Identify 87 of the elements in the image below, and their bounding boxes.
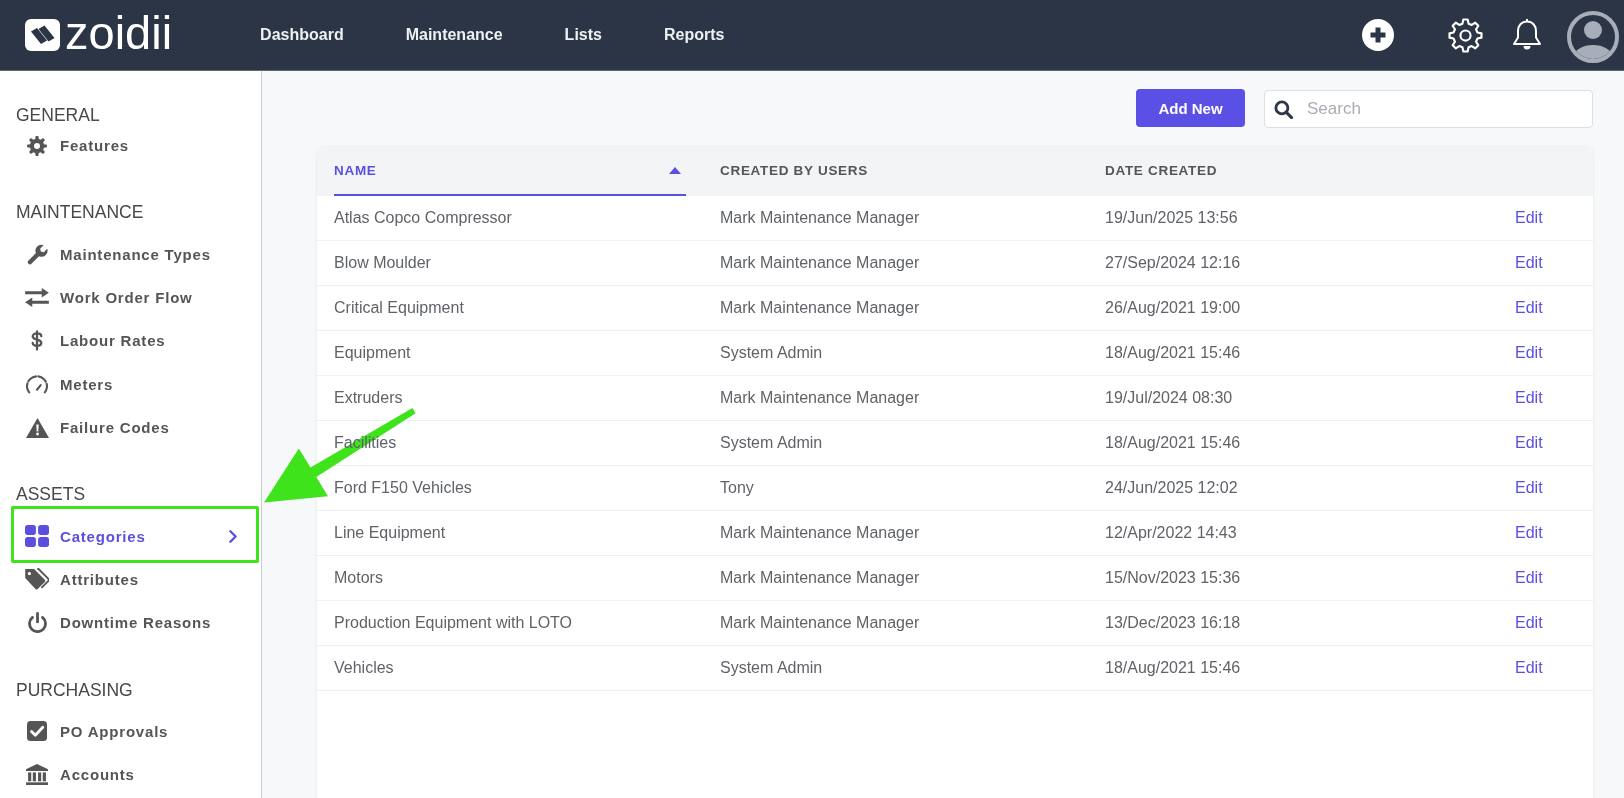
table-cell-text: Mark Maintenance Manager: [719, 523, 921, 543]
table-cell-text: 18/Aug/2021 15:46: [1104, 343, 1242, 363]
avatar-icon[interactable]: [1567, 11, 1619, 63]
edit-link[interactable]: Edit: [1515, 344, 1543, 362]
bell-icon[interactable]: [1511, 18, 1543, 52]
table-cell-text: System Admin: [719, 343, 824, 363]
sidebar-item[interactable]: Work Order Flow: [0, 275, 261, 320]
edit-link[interactable]: Edit: [1515, 254, 1543, 272]
section-heading: GENERAL: [16, 104, 101, 126]
nav-link[interactable]: Maintenance: [405, 26, 503, 44]
table-cell-text: Mark Maintenance Manager: [719, 388, 921, 408]
table-cell-text: 27/Sep/2024 12:16: [1104, 253, 1242, 273]
edit-link[interactable]: Edit: [1515, 209, 1543, 227]
chevron-right-icon: [229, 529, 237, 543]
table-cell-text: Extruders: [333, 388, 404, 408]
bank-icon: [26, 764, 48, 786]
table-cell-text: 24/Jun/2025 12:02: [1104, 478, 1239, 498]
table-cell-text: 19/Jul/2024 08:30: [1104, 388, 1234, 408]
table-cell-text: Vehicles: [333, 658, 395, 678]
add-new-button[interactable]: Add New: [1136, 89, 1245, 127]
table-cell-text: Mark Maintenance Manager: [719, 568, 921, 588]
swap-arrows-icon: [25, 287, 49, 307]
sidebar-item[interactable]: Maintenance Types: [0, 232, 261, 276]
sidebar-item[interactable]: Attributes: [0, 557, 261, 602]
table-cell-text: Blow Moulder: [333, 253, 432, 273]
table-cell-text: Production Equipment with LOTO: [333, 613, 574, 633]
add-circle-icon[interactable]: [1362, 19, 1394, 51]
table-cell-text: 19/Jun/2025 13:56: [1104, 208, 1239, 228]
sidebar-item[interactable]: Labour Rates: [0, 319, 261, 363]
table-cell-text: 18/Aug/2021 15:46: [1104, 433, 1242, 453]
table-cell-text: System Admin: [719, 433, 824, 453]
search-icon: [1274, 99, 1293, 119]
edit-link[interactable]: Edit: [1515, 434, 1543, 452]
edit-link[interactable]: Edit: [1515, 614, 1543, 632]
table-cell-text: Motors: [333, 568, 384, 588]
sidebar-item[interactable]: Downtime Reasons: [0, 601, 261, 645]
logo-icon: [25, 19, 60, 51]
table-cell-text: 18/Aug/2021 15:46: [1104, 658, 1242, 678]
column-header[interactable]: DATE CREATED: [1105, 147, 1481, 196]
edit-link[interactable]: Edit: [1515, 479, 1543, 497]
table-cell-text: Mark Maintenance Manager: [719, 253, 921, 273]
table-cell-text: 26/Aug/2021 19:00: [1104, 298, 1242, 318]
sidebar-item[interactable]: Failure Codes: [0, 405, 261, 450]
section-heading: MAINTENANCE: [16, 201, 145, 224]
table-cell-text: Equipment: [333, 343, 412, 363]
gear-icon: [27, 135, 47, 156]
section-heading: PURCHASING: [16, 678, 134, 701]
edit-link[interactable]: Edit: [1515, 389, 1543, 407]
table-cell-text: Critical Equipment: [333, 298, 465, 318]
warning-icon: [25, 417, 49, 438]
brand-name: zoidii: [65, 8, 173, 56]
nav-link[interactable]: Dashboard: [260, 26, 344, 44]
edit-link[interactable]: Edit: [1515, 299, 1543, 317]
checkbox-icon: [27, 721, 47, 742]
nav-link[interactable]: Lists: [564, 26, 602, 44]
sidebar-item[interactable]: PO Approvals: [0, 709, 261, 753]
table-cell-text: Tony: [719, 478, 755, 498]
tag-icon: [25, 568, 49, 591]
edit-link[interactable]: Edit: [1515, 659, 1543, 677]
table-cell-text: 12/Apr/2022 14:43: [1104, 523, 1238, 543]
table-cell-text: Mark Maintenance Manager: [719, 208, 921, 228]
table-cell-text: System Admin: [719, 658, 824, 678]
table-cell-text: 13/Dec/2023 16:18: [1104, 613, 1242, 633]
table-cell-text: Atlas Copco Compressor: [333, 208, 513, 228]
sidebar-item[interactable]: Categories: [0, 514, 261, 558]
search-field[interactable]: Search: [1264, 90, 1593, 128]
edit-link[interactable]: Edit: [1515, 569, 1543, 587]
edit-link[interactable]: Edit: [1515, 524, 1543, 542]
gauge-icon: [26, 374, 48, 394]
sort-up-icon: [669, 167, 681, 174]
nav-link[interactable]: Reports: [663, 26, 725, 44]
sidebar-item[interactable]: Features: [0, 124, 261, 168]
power-icon: [27, 612, 47, 634]
table-cell-text: Line Equipment: [333, 523, 447, 543]
dollar-icon: [31, 330, 43, 352]
table-cell-text: Mark Maintenance Manager: [719, 298, 921, 318]
table-cell-text: 15/Nov/2023 15:36: [1104, 568, 1242, 588]
section-heading: ASSETS: [16, 483, 87, 506]
wrench-icon: [26, 243, 48, 265]
table-cell-text: Mark Maintenance Manager: [719, 613, 921, 633]
sidebar-item[interactable]: Meters: [0, 362, 261, 406]
sidebar-item[interactable]: Accounts: [0, 752, 261, 797]
grid-icon: [25, 525, 49, 548]
column-header[interactable]: NAME: [334, 147, 686, 196]
column-header[interactable]: CREATED BY USERS: [720, 147, 1071, 196]
table-cell-text: Ford F150 Vehicles: [333, 478, 473, 498]
settings-icon[interactable]: [1448, 17, 1483, 53]
